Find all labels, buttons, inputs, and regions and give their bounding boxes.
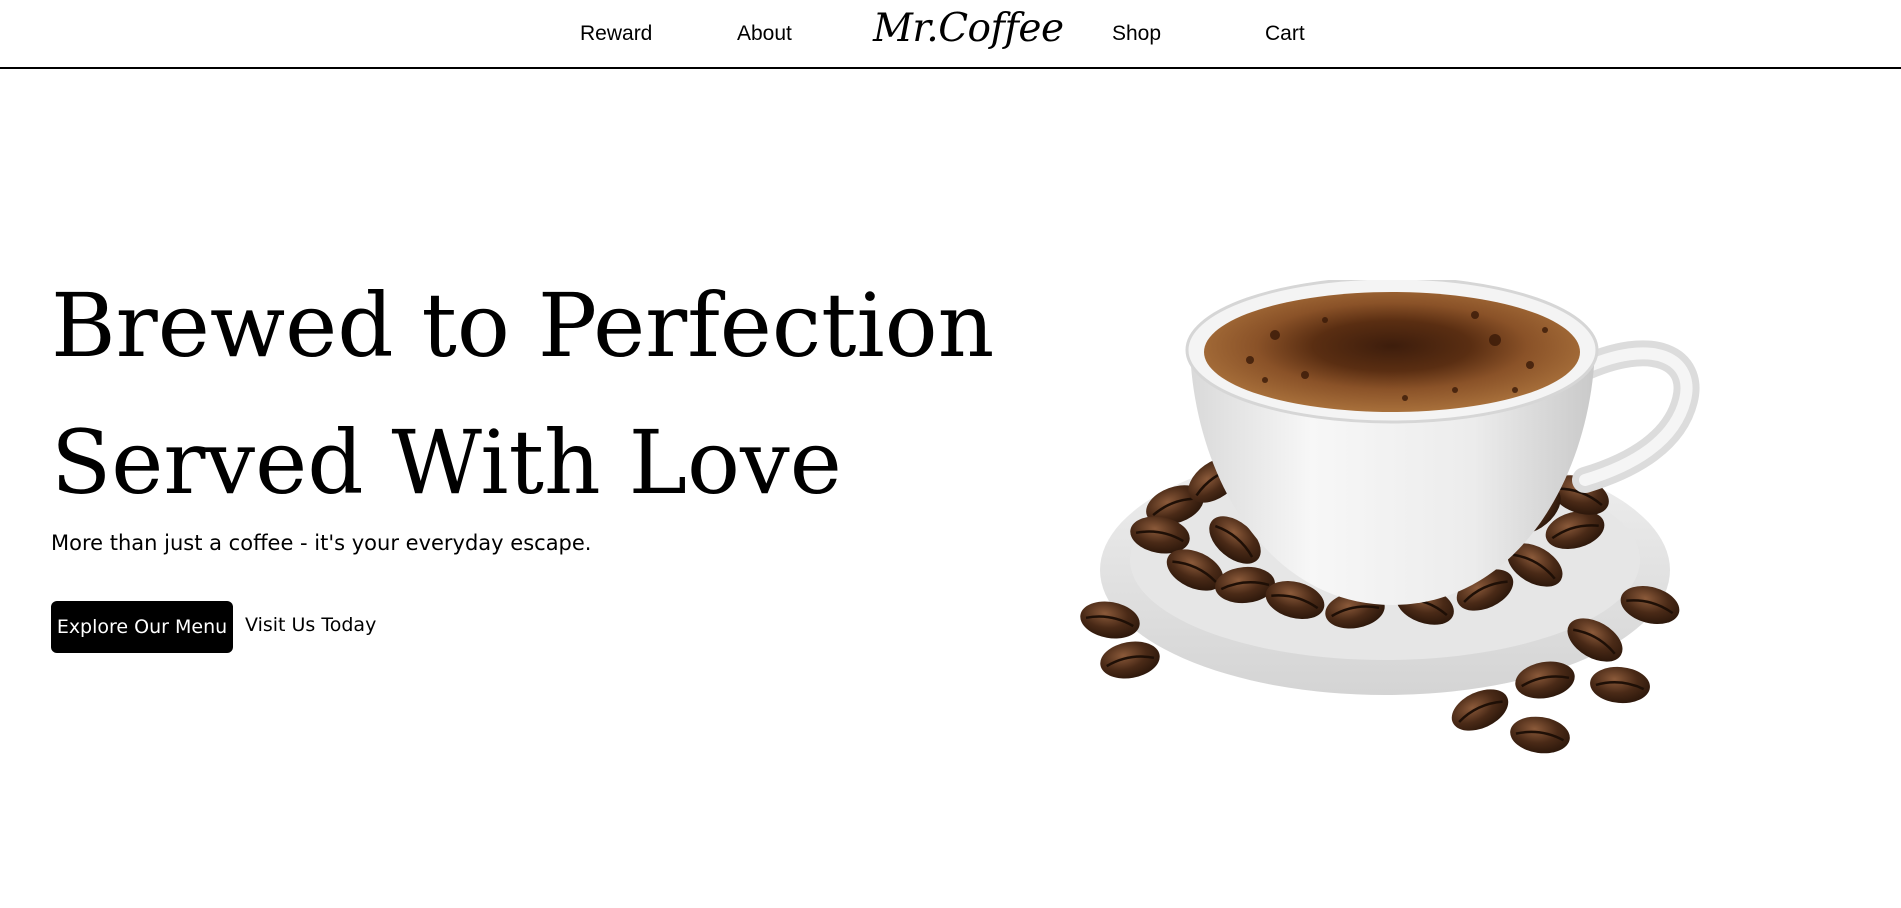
hero-title-line-2: Served With Love (51, 411, 842, 514)
hero-tagline: More than just a coffee - it's your ever… (51, 531, 592, 555)
hero-title-line-1: Brewed to Perfection (51, 274, 995, 377)
explore-menu-button[interactable]: Explore Our Menu (51, 601, 233, 653)
coffee-surface (1204, 292, 1580, 412)
top-navbar: Reward About Mr.Coffee Shop Cart (0, 0, 1901, 69)
nav-link-about[interactable]: About (737, 22, 792, 46)
nav-link-cart[interactable]: Cart (1265, 22, 1305, 46)
nav-link-reward[interactable]: Reward (580, 22, 652, 46)
coffee-cup-image (1076, 280, 1700, 759)
nav-link-shop[interactable]: Shop (1112, 22, 1161, 46)
visit-us-button[interactable]: Visit Us Today (245, 614, 376, 636)
brand-logo[interactable]: Mr.Coffee (873, 6, 1064, 51)
